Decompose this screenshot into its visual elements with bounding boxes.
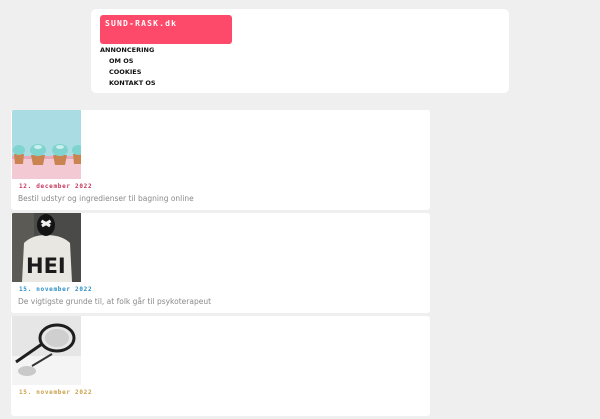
nav-item-cookies[interactable]: COOKIES (100, 67, 156, 78)
post-date: 15. november 2022 (19, 286, 93, 293)
nav-item-annoncering[interactable]: ANNONCERING (100, 45, 156, 56)
hei-tshirt-person-photo-icon: HEI (12, 213, 81, 282)
post-date: 15. november 2022 (19, 389, 93, 396)
cupcakes-photo-icon (12, 110, 81, 179)
nav-item-kontakt-os[interactable]: KONTAKT OS (100, 78, 156, 89)
post-thumbnail-cupcakes[interactable] (12, 110, 81, 179)
site-logo[interactable]: SUND-RASK.dk (100, 15, 232, 44)
post-card: HEI 15. november 2022 De vigtigste grund… (11, 213, 430, 313)
post-title[interactable]: De vigtigste grunde til, at folk går til… (18, 297, 211, 306)
svg-text:HEI: HEI (26, 254, 66, 278)
post-thumbnail-glasses[interactable] (12, 316, 81, 385)
glasses-photo-icon (12, 316, 81, 385)
main-nav: ANNONCERING OM OS COOKIES KONTAKT OS (100, 45, 156, 89)
post-card: 15. november 2022 (11, 316, 430, 416)
post-title[interactable]: Bestil udstyr og ingredienser til bagnin… (18, 194, 194, 203)
post-thumbnail-hei[interactable]: HEI (12, 213, 81, 282)
post-date: 12. december 2022 (19, 183, 93, 190)
header: SUND-RASK.dk ANNONCERING OM OS COOKIES K… (91, 9, 509, 93)
post-card: 12. december 2022 Bestil udstyr og ingre… (11, 110, 430, 210)
post-feed: 12. december 2022 Bestil udstyr og ingre… (11, 110, 430, 419)
nav-item-om-os[interactable]: OM OS (100, 56, 156, 67)
